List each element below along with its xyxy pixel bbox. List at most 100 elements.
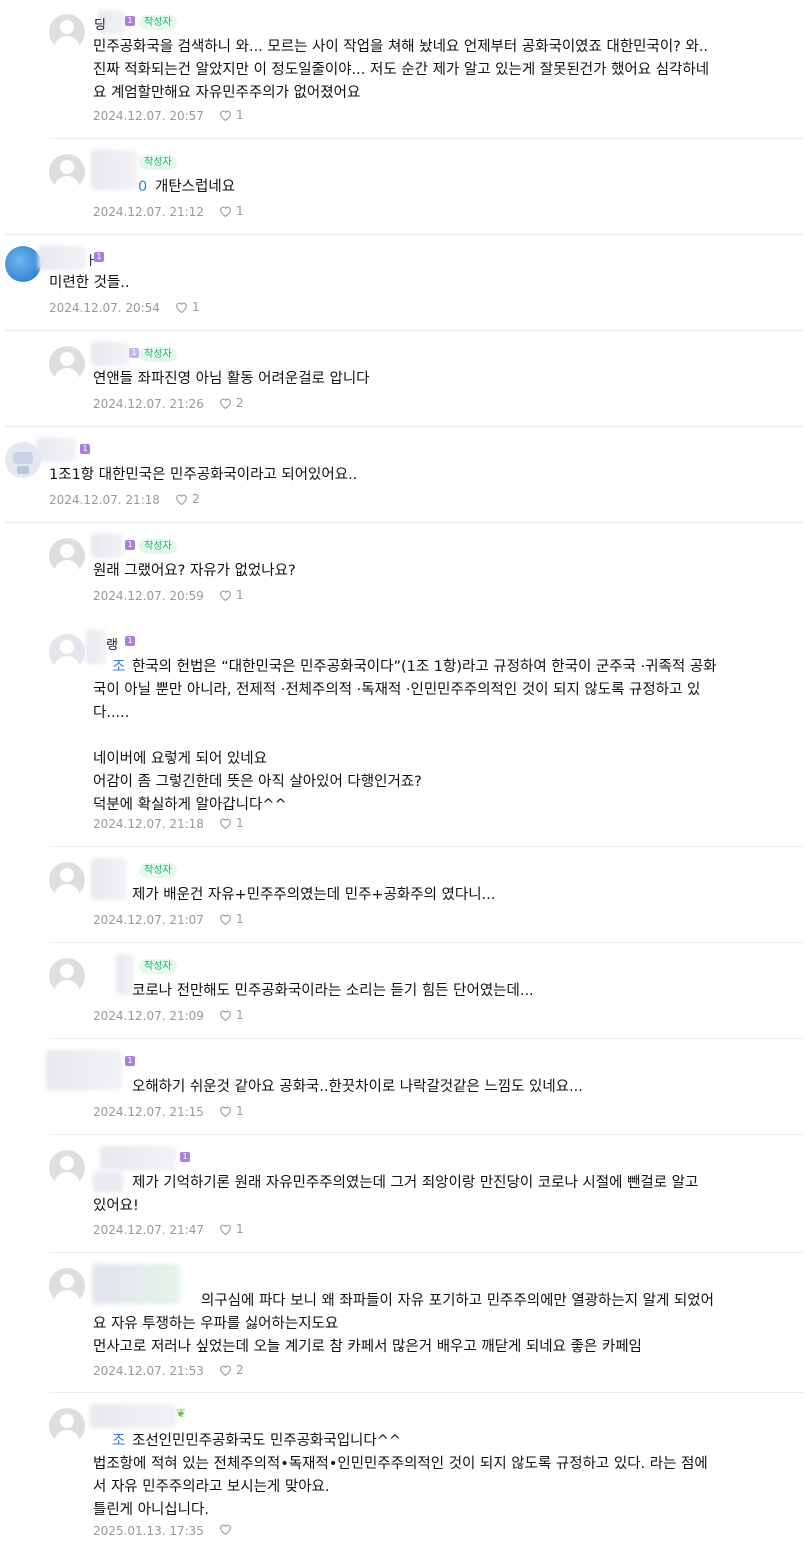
mention[interactable]: 0 (138, 176, 147, 199)
blurred-nickname[interactable] (36, 438, 76, 462)
like-button[interactable]: 1 (219, 108, 244, 122)
nickname[interactable]: 랭 (106, 634, 118, 653)
avatar[interactable] (49, 538, 85, 574)
avatar[interactable] (49, 14, 85, 50)
heart-icon (220, 1106, 231, 1117)
comment-text: 한국의 헌법은 “대한민국은 민주공화국이다”(1조 1항)라고 규정하여 한국… (93, 659, 717, 813)
heart-icon (176, 302, 187, 313)
like-button[interactable]: 1 (219, 1008, 244, 1022)
like-count: 1 (236, 1008, 244, 1022)
level-badge: 1 (125, 1056, 135, 1066)
comment-text: 개탄스럽네요 (155, 179, 236, 195)
avatar[interactable] (49, 1408, 85, 1444)
blurred-nickname[interactable] (90, 1404, 176, 1428)
like-button[interactable]: 1 (219, 912, 244, 926)
avatar[interactable] (49, 958, 85, 994)
like-button[interactable]: 1 (219, 1104, 244, 1118)
blurred-nickname[interactable] (91, 858, 127, 900)
avatar[interactable] (49, 634, 85, 670)
heart-icon (220, 590, 231, 601)
divider (49, 1392, 804, 1393)
like-count: 2 (192, 492, 200, 506)
divider (49, 138, 804, 139)
like-button[interactable]: 1 (219, 816, 244, 830)
heart-icon (176, 494, 187, 505)
like-count: 1 (236, 588, 244, 602)
heart-icon (220, 914, 231, 925)
like-button[interactable]: 2 (219, 396, 244, 410)
comment-text: 미련한 것들.. (49, 275, 130, 291)
divider (49, 942, 804, 943)
comment-text: 연앤들 좌파진영 아님 활동 어려운걸로 압니다 (93, 371, 370, 387)
comment-date: 2024.12.07. 20:59 (93, 589, 204, 603)
comment-date: 2024.12.07. 20:57 (93, 109, 204, 123)
nickname[interactable]: 딩 (94, 14, 106, 33)
comment-date: 2024.12.07. 21:07 (93, 913, 204, 927)
heart-icon (220, 1524, 231, 1535)
divider (49, 846, 804, 847)
heart-icon (220, 1224, 231, 1235)
divider (4, 426, 804, 427)
like-button[interactable]: 1 (219, 204, 244, 218)
like-button[interactable]: 1 (219, 588, 244, 602)
heart-icon (220, 398, 231, 409)
avatar[interactable] (5, 246, 41, 282)
like-button[interactable]: 2 (175, 492, 200, 506)
blurred-nickname[interactable] (91, 150, 137, 190)
divider (49, 1252, 804, 1253)
comment-text: 제가 기억하기론 원래 자유민주주의였는데 그거 죄앙이랑 만진당이 코로나 시… (93, 1175, 699, 1214)
sprout-icon: ❦ (176, 1406, 187, 1420)
comment-date: 2024.12.07. 21:18 (49, 493, 160, 507)
like-count: 1 (236, 204, 244, 218)
blurred-nickname[interactable] (91, 534, 123, 558)
level-badge: 1 (180, 1152, 190, 1162)
level-badge: 1 (94, 252, 104, 262)
author-badge: 작성자 (139, 155, 177, 170)
blurred-nickname[interactable] (91, 342, 129, 366)
level-badge: 1 (80, 444, 90, 454)
comment-date: 2024.12.07. 21:47 (93, 1223, 204, 1237)
divider (4, 234, 804, 235)
author-badge: 작성자 (139, 347, 177, 362)
like-button[interactable]: 1 (219, 1222, 244, 1236)
blurred-nickname[interactable] (46, 1050, 122, 1090)
heart-icon (220, 110, 231, 121)
level-badge: 1 (125, 540, 135, 550)
like-count: 2 (236, 1363, 244, 1377)
like-button[interactable]: 2 (219, 1363, 244, 1377)
avatar[interactable] (49, 1150, 85, 1186)
divider (4, 330, 804, 331)
like-count: 1 (236, 1104, 244, 1118)
comment-date: 2024.12.07. 21:15 (93, 1105, 204, 1119)
like-button[interactable] (219, 1523, 236, 1535)
comment-text: 조선인민민주공화국도 민주공화국입니다^^ 법조항에 적혀 있는 전체주의적•독… (93, 1433, 708, 1518)
comment-text: 오해하기 쉬운것 같아요 공화국..한끗차이로 나락갈것같은 느낌도 있네요..… (132, 1079, 583, 1095)
comment-date: 2025.01.13. 17:35 (93, 1524, 204, 1538)
blurred-nickname[interactable] (100, 1146, 176, 1170)
comment-date: 2024.12.07. 21:26 (93, 397, 204, 411)
heart-icon (220, 1010, 231, 1021)
avatar[interactable] (49, 1268, 85, 1304)
avatar[interactable] (49, 346, 85, 382)
comment-date: 2024.12.07. 20:54 (49, 301, 160, 315)
author-badge: 작성자 (139, 539, 177, 554)
comment-text: 민주공화국을 검색하니 와... 모르는 사이 작업을 쳐해 놨네요 언제부터 … (93, 39, 710, 101)
author-badge: 작성자 (139, 959, 177, 974)
like-count: 1 (236, 912, 244, 926)
like-button[interactable]: 1 (175, 300, 200, 314)
author-badge: 작성자 (139, 863, 177, 878)
avatar[interactable] (49, 862, 85, 898)
heart-icon (220, 1365, 231, 1376)
blurred-nickname[interactable] (38, 246, 86, 270)
comment-date: 2024.12.07. 21:09 (93, 1009, 204, 1023)
divider (4, 522, 804, 523)
comment-text: 코로나 전만해도 민주공화국이라는 소리는 듣기 힘든 단어였는데... (132, 983, 534, 999)
comment-date: 2024.12.07. 21:12 (93, 205, 204, 219)
level-badge: 1 (125, 16, 135, 26)
level-badge: 1 (125, 636, 135, 646)
level-badge: 1 (129, 348, 139, 358)
comment-text: 제가 배운건 자유+민주주의였는데 민주+공화주의 였다니... (132, 887, 496, 903)
avatar[interactable] (49, 154, 85, 190)
comment-date: 2024.12.07. 21:18 (93, 817, 204, 831)
author-badge: 작성자 (139, 15, 177, 30)
